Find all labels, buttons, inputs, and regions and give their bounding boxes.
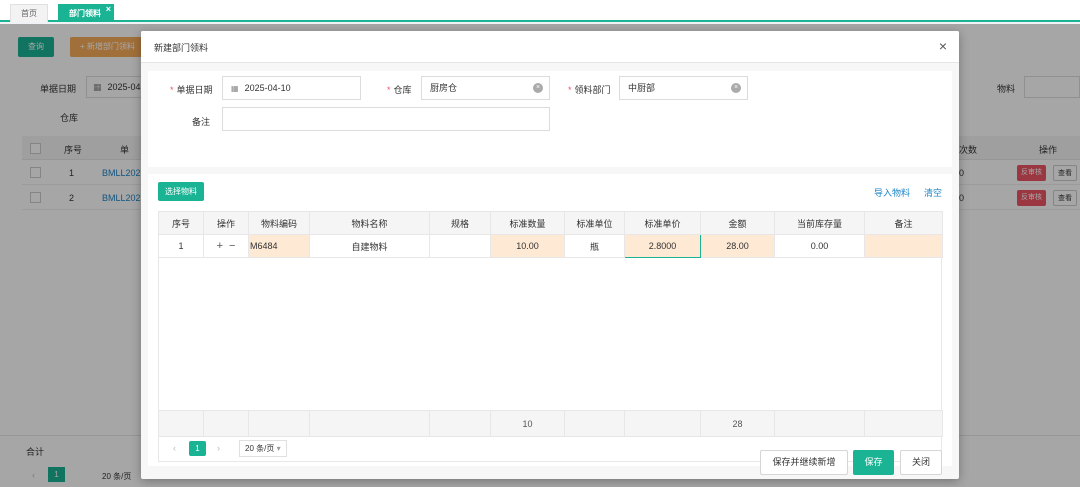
row-code[interactable]: M6484 [248, 234, 310, 258]
clear-icon[interactable]: × [533, 83, 543, 93]
grid-empty-area [158, 257, 942, 410]
date-label: * 单据日期 [170, 85, 213, 95]
modal-title: 新建部门领料 [154, 43, 209, 53]
col-spec: 规格 [429, 211, 491, 235]
remark-input[interactable] [222, 107, 550, 131]
page-size-select[interactable]: 20 条/页 ▾ [239, 440, 287, 457]
clear-icon[interactable]: × [731, 83, 741, 93]
dept-label: * 领料部门 [568, 85, 611, 95]
col-unit: 标准单位 [564, 211, 625, 235]
page-number[interactable]: 1 [189, 441, 206, 456]
row-unit: 瓶 [564, 234, 625, 258]
material-grid-panel: 选择物料 导入物料 清空 序号 操作 物料编码 物料名称 规格 标准数量 标准单… [148, 174, 952, 466]
row-qty[interactable]: 10.00 [490, 234, 565, 258]
warehouse-select[interactable]: 厨房仓 × [421, 76, 550, 100]
col-stock: 当前库存量 [774, 211, 865, 235]
modal-header: 新建部门领料 × [141, 31, 959, 63]
clear-link[interactable]: 清空 [924, 186, 942, 199]
tab-close-icon[interactable]: × [106, 0, 111, 18]
col-qty: 标准数量 [490, 211, 565, 235]
dept-select[interactable]: 中厨部 × [619, 76, 748, 100]
row-stock: 0.00 [774, 234, 865, 258]
row-index: 1 [158, 234, 204, 258]
new-requisition-modal: 新建部门领料 × * 单据日期 ▦ 2025-04-10 * 仓库 厨房仓 × * 领料… [141, 31, 959, 479]
col-index: 序号 [158, 211, 204, 235]
select-material-button[interactable]: 选择物料 [158, 182, 204, 201]
close-icon[interactable]: × [939, 38, 947, 54]
sum-amount: 28 [700, 410, 775, 437]
tab-dept-requisition[interactable]: 部门领料 × [58, 4, 114, 22]
summary-row: 10 28 [158, 410, 943, 437]
col-remark: 备注 [864, 211, 943, 235]
row-remark[interactable] [864, 234, 943, 258]
add-row-icon[interactable]: + [217, 240, 223, 252]
table-header-row: 序号 操作 物料编码 物料名称 规格 标准数量 标准单位 标准单价 金额 当前库… [158, 211, 943, 235]
tab-bar: 首页 部门领料 × [0, 0, 1080, 22]
row-ops: + − [203, 234, 249, 258]
calendar-icon: ▦ [231, 84, 239, 93]
remove-row-icon[interactable]: − [229, 240, 235, 252]
table-row: 1 + − M6484 自建物料 10.00 瓶 2.8000 28.00 0.0… [158, 234, 943, 258]
form-panel: * 单据日期 ▦ 2025-04-10 * 仓库 厨房仓 × * 领料部门 中厨部 × … [148, 71, 952, 167]
remark-label: 备注 [192, 117, 211, 127]
row-name: 自建物料 [309, 234, 430, 258]
chevron-down-icon: ▾ [276, 444, 281, 453]
col-price: 标准单价 [624, 211, 701, 235]
save-continue-button[interactable]: 保存并继续新增 [760, 450, 848, 475]
col-code: 物料编码 [248, 211, 310, 235]
date-field[interactable]: ▦ 2025-04-10 [222, 76, 361, 100]
prev-page-icon[interactable]: ‹ [173, 443, 176, 453]
col-amount: 金额 [700, 211, 775, 235]
import-material-link[interactable]: 导入物料 [874, 186, 910, 199]
close-button[interactable]: 关闭 [900, 450, 942, 475]
save-button[interactable]: 保存 [853, 450, 894, 475]
next-page-icon[interactable]: › [217, 443, 220, 453]
sum-qty: 10 [490, 410, 565, 437]
row-spec [429, 234, 491, 258]
col-ops: 操作 [203, 211, 249, 235]
warehouse-label: * 仓库 [387, 85, 412, 95]
col-name: 物料名称 [309, 211, 430, 235]
row-price[interactable]: 2.8000 [624, 234, 701, 258]
tab-home[interactable]: 首页 [10, 4, 48, 22]
material-table: 序号 操作 物料编码 物料名称 规格 标准数量 标准单位 标准单价 金额 当前库… [158, 211, 943, 258]
row-amount: 28.00 [700, 234, 775, 258]
